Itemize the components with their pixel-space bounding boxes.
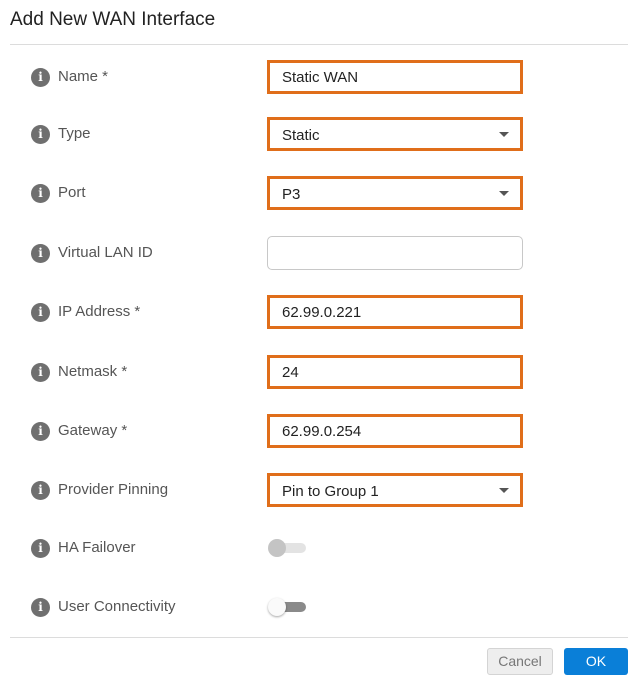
port-label: Port <box>58 184 86 201</box>
cancel-button[interactable]: Cancel <box>487 648 553 675</box>
port-select-value: P3 <box>282 186 301 203</box>
name-input[interactable] <box>270 63 520 91</box>
type-label: Type <box>58 125 91 142</box>
info-icon[interactable]: i <box>31 184 50 203</box>
info-icon[interactable]: i <box>31 422 50 441</box>
info-icon[interactable]: i <box>31 598 50 617</box>
type-select[interactable]: Static <box>267 117 523 151</box>
caret-down-icon <box>499 488 509 493</box>
ip-label: IP Address * <box>58 303 141 320</box>
info-icon[interactable]: i <box>31 303 50 322</box>
dialog-title: Add New WAN Interface <box>10 9 216 30</box>
ip-row: i IP Address * <box>0 295 638 329</box>
info-icon[interactable]: i <box>31 68 50 87</box>
ha-failover-toggle[interactable] <box>268 539 306 557</box>
name-row: i Name * <box>0 60 638 94</box>
gateway-label: Gateway * <box>58 422 128 439</box>
vlan-input[interactable] <box>268 237 522 269</box>
user-connectivity-label: User Connectivity <box>58 598 176 615</box>
pinning-row: i Provider Pinning Pin to Group 1 <box>0 473 638 507</box>
header-divider <box>10 44 628 45</box>
name-field-box <box>267 60 523 94</box>
ip-field-box <box>267 295 523 329</box>
pinning-select-value: Pin to Group 1 <box>282 483 379 500</box>
info-icon[interactable]: i <box>31 244 50 263</box>
gateway-input[interactable] <box>270 417 520 445</box>
port-select[interactable]: P3 <box>267 176 523 210</box>
caret-down-icon <box>499 191 509 196</box>
user-connectivity-toggle[interactable] <box>268 598 306 616</box>
ip-input[interactable] <box>270 298 520 326</box>
info-icon[interactable]: i <box>31 125 50 144</box>
vlan-row: i Virtual LAN ID <box>0 236 638 270</box>
info-icon[interactable]: i <box>31 539 50 558</box>
toggle-knob <box>268 539 286 557</box>
netmask-field-box <box>267 355 523 389</box>
type-select-value: Static <box>282 127 320 144</box>
pinning-label: Provider Pinning <box>58 481 169 498</box>
pinning-select[interactable]: Pin to Group 1 <box>267 473 523 507</box>
netmask-input[interactable] <box>270 358 520 386</box>
info-icon[interactable]: i <box>31 363 50 382</box>
vlan-field-box <box>267 236 523 270</box>
ok-button[interactable]: OK <box>564 648 628 675</box>
gateway-field-box <box>267 414 523 448</box>
netmask-row: i Netmask * <box>0 355 638 389</box>
name-label: Name * <box>58 68 109 85</box>
info-icon[interactable]: i <box>31 481 50 500</box>
gateway-row: i Gateway * <box>0 414 638 448</box>
toggle-knob <box>268 598 286 616</box>
user-connectivity-row: i User Connectivity <box>0 590 638 624</box>
type-row: i Type Static <box>0 117 638 151</box>
ha-failover-row: i HA Failover <box>0 531 638 565</box>
vlan-label: Virtual LAN ID <box>58 244 153 261</box>
caret-down-icon <box>499 132 509 137</box>
footer-divider <box>10 637 628 638</box>
port-row: i Port P3 <box>0 176 638 210</box>
netmask-label: Netmask * <box>58 363 128 380</box>
ha-failover-label: HA Failover <box>58 539 136 556</box>
